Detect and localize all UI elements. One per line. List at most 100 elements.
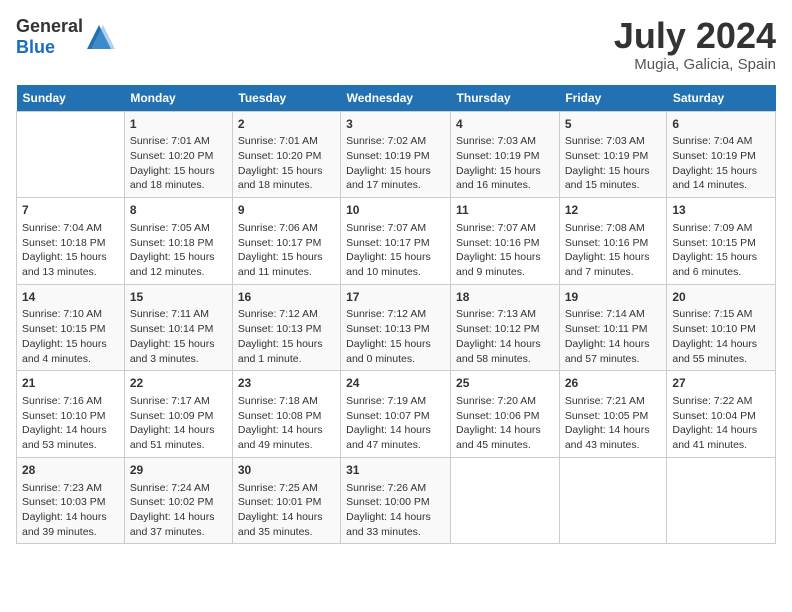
calendar-cell: 29 Sunrise: 7:24 AM Sunset: 10:02 PM Dayl… [124, 457, 232, 544]
day-info: Sunrise: 7:12 AM Sunset: 10:13 PM Daylig… [346, 307, 445, 366]
day-number: 25 [456, 375, 554, 392]
day-info: Sunrise: 7:01 AM Sunset: 10:20 PM Daylig… [238, 134, 335, 193]
day-number: 31 [346, 462, 445, 479]
calendar-cell: 28 Sunrise: 7:23 AM Sunset: 10:03 PM Dayl… [17, 457, 125, 544]
calendar-cell: 9 Sunrise: 7:06 AM Sunset: 10:17 PM Dayli… [232, 198, 340, 285]
day-number: 22 [130, 375, 227, 392]
day-info: Sunrise: 7:10 AM Sunset: 10:15 PM Daylig… [22, 307, 119, 366]
calendar-cell: 8 Sunrise: 7:05 AM Sunset: 10:18 PM Dayli… [124, 198, 232, 285]
calendar-cell: 27 Sunrise: 7:22 AM Sunset: 10:04 PM Dayl… [667, 371, 776, 458]
day-header-friday: Friday [559, 85, 667, 112]
calendar-cell [451, 457, 560, 544]
day-info: Sunrise: 7:15 AM Sunset: 10:10 PM Daylig… [672, 307, 770, 366]
calendar-cell: 20Sunrise: 7:15 AM Sunset: 10:10 PM Dayl… [667, 284, 776, 371]
day-number: 10 [346, 202, 445, 219]
day-info: Sunrise: 7:20 AM Sunset: 10:06 PM Daylig… [456, 394, 554, 453]
day-info: Sunrise: 7:21 AM Sunset: 10:05 PM Daylig… [565, 394, 662, 453]
day-info: Sunrise: 7:01 AM Sunset: 10:20 PM Daylig… [130, 134, 227, 193]
logo-text: General Blue [16, 16, 83, 58]
day-info: Sunrise: 7:16 AM Sunset: 10:10 PM Daylig… [22, 394, 119, 453]
logo-general: General [16, 16, 83, 36]
calendar-cell [559, 457, 667, 544]
day-info: Sunrise: 7:03 AM Sunset: 10:19 PM Daylig… [565, 134, 662, 193]
calendar-cell: 2Sunrise: 7:01 AM Sunset: 10:20 PM Dayli… [232, 111, 340, 198]
calendar-cell: 21 Sunrise: 7:16 AM Sunset: 10:10 PM Dayl… [17, 371, 125, 458]
day-info: Sunrise: 7:06 AM Sunset: 10:17 PM Daylig… [238, 221, 335, 280]
day-number: 28 [22, 462, 119, 479]
day-number: 20 [672, 289, 770, 306]
day-number: 17 [346, 289, 445, 306]
calendar-cell: 22 Sunrise: 7:17 AM Sunset: 10:09 PM Dayl… [124, 371, 232, 458]
day-header-monday: Monday [124, 85, 232, 112]
calendar-cell: 4Sunrise: 7:03 AM Sunset: 10:19 PM Dayli… [451, 111, 560, 198]
calendar-cell: 1Sunrise: 7:01 AM Sunset: 10:20 PM Dayli… [124, 111, 232, 198]
day-info: Sunrise: 7:14 AM Sunset: 10:11 PM Daylig… [565, 307, 662, 366]
day-number: 27 [672, 375, 770, 392]
day-number: 9 [238, 202, 335, 219]
day-info: Sunrise: 7:09 AM Sunset: 10:15 PM Daylig… [672, 221, 770, 280]
day-info: Sunrise: 7:26 AM Sunset: 10:00 PM Daylig… [346, 481, 445, 540]
day-header-saturday: Saturday [667, 85, 776, 112]
day-number: 18 [456, 289, 554, 306]
day-number: 2 [238, 116, 335, 133]
main-title: July 2024 [614, 16, 776, 56]
day-number: 24 [346, 375, 445, 392]
day-info: Sunrise: 7:13 AM Sunset: 10:12 PM Daylig… [456, 307, 554, 366]
calendar-cell: 25 Sunrise: 7:20 AM Sunset: 10:06 PM Dayl… [451, 371, 560, 458]
calendar-cell [667, 457, 776, 544]
day-number: 26 [565, 375, 662, 392]
calendar-cell: 11Sunrise: 7:07 AM Sunset: 10:16 PM Dayl… [451, 198, 560, 285]
calendar-cell: 15Sunrise: 7:11 AM Sunset: 10:14 PM Dayl… [124, 284, 232, 371]
day-info: Sunrise: 7:07 AM Sunset: 10:17 PM Daylig… [346, 221, 445, 280]
day-number: 14 [22, 289, 119, 306]
page-header: General Blue July 2024 Mugia, Galicia, S… [16, 16, 776, 73]
calendar-cell: 7 Sunrise: 7:04 AM Sunset: 10:18 PM Dayli… [17, 198, 125, 285]
calendar-cell: 26 Sunrise: 7:21 AM Sunset: 10:05 PM Dayl… [559, 371, 667, 458]
day-header-tuesday: Tuesday [232, 85, 340, 112]
calendar-cell: 14Sunrise: 7:10 AM Sunset: 10:15 PM Dayl… [17, 284, 125, 371]
calendar-cell: 18Sunrise: 7:13 AM Sunset: 10:12 PM Dayl… [451, 284, 560, 371]
day-number: 21 [22, 375, 119, 392]
calendar-cell: 16Sunrise: 7:12 AM Sunset: 10:13 PM Dayl… [232, 284, 340, 371]
day-number: 29 [130, 462, 227, 479]
subtitle: Mugia, Galicia, Spain [614, 56, 776, 73]
day-number: 5 [565, 116, 662, 133]
day-number: 16 [238, 289, 335, 306]
calendar-cell: 10 Sunrise: 7:07 AM Sunset: 10:17 PM Dayl… [341, 198, 451, 285]
calendar-cell: 19Sunrise: 7:14 AM Sunset: 10:11 PM Dayl… [559, 284, 667, 371]
calendar-table: SundayMondayTuesdayWednesdayThursdayFrid… [16, 85, 776, 545]
day-info: Sunrise: 7:24 AM Sunset: 10:02 PM Daylig… [130, 481, 227, 540]
day-number: 12 [565, 202, 662, 219]
day-header-sunday: Sunday [17, 85, 125, 112]
day-header-wednesday: Wednesday [341, 85, 451, 112]
day-info: Sunrise: 7:05 AM Sunset: 10:18 PM Daylig… [130, 221, 227, 280]
calendar-header-row: SundayMondayTuesdayWednesdayThursdayFrid… [17, 85, 776, 112]
day-number: 30 [238, 462, 335, 479]
day-info: Sunrise: 7:04 AM Sunset: 10:19 PM Daylig… [672, 134, 770, 193]
day-number: 15 [130, 289, 227, 306]
calendar-week-row: 1Sunrise: 7:01 AM Sunset: 10:20 PM Dayli… [17, 111, 776, 198]
calendar-cell: 13Sunrise: 7:09 AM Sunset: 10:15 PM Dayl… [667, 198, 776, 285]
calendar-cell: 6Sunrise: 7:04 AM Sunset: 10:19 PM Dayli… [667, 111, 776, 198]
calendar-cell: 5Sunrise: 7:03 AM Sunset: 10:19 PM Dayli… [559, 111, 667, 198]
day-info: Sunrise: 7:23 AM Sunset: 10:03 PM Daylig… [22, 481, 119, 540]
day-number: 3 [346, 116, 445, 133]
calendar-cell: 17Sunrise: 7:12 AM Sunset: 10:13 PM Dayl… [341, 284, 451, 371]
day-info: Sunrise: 7:04 AM Sunset: 10:18 PM Daylig… [22, 221, 119, 280]
day-info: Sunrise: 7:18 AM Sunset: 10:08 PM Daylig… [238, 394, 335, 453]
day-number: 11 [456, 202, 554, 219]
day-number: 6 [672, 116, 770, 133]
day-info: Sunrise: 7:08 AM Sunset: 10:16 PM Daylig… [565, 221, 662, 280]
day-info: Sunrise: 7:19 AM Sunset: 10:07 PM Daylig… [346, 394, 445, 453]
calendar-cell: 24 Sunrise: 7:19 AM Sunset: 10:07 PM Dayl… [341, 371, 451, 458]
calendar-cell: 12 Sunrise: 7:08 AM Sunset: 10:16 PM Dayl… [559, 198, 667, 285]
day-number: 8 [130, 202, 227, 219]
day-info: Sunrise: 7:22 AM Sunset: 10:04 PM Daylig… [672, 394, 770, 453]
logo-icon [83, 21, 115, 53]
day-info: Sunrise: 7:17 AM Sunset: 10:09 PM Daylig… [130, 394, 227, 453]
calendar-cell: 30Sunrise: 7:25 AM Sunset: 10:01 PM Dayl… [232, 457, 340, 544]
day-number: 23 [238, 375, 335, 392]
day-header-thursday: Thursday [451, 85, 560, 112]
day-number: 7 [22, 202, 119, 219]
calendar-week-row: 21 Sunrise: 7:16 AM Sunset: 10:10 PM Dayl… [17, 371, 776, 458]
